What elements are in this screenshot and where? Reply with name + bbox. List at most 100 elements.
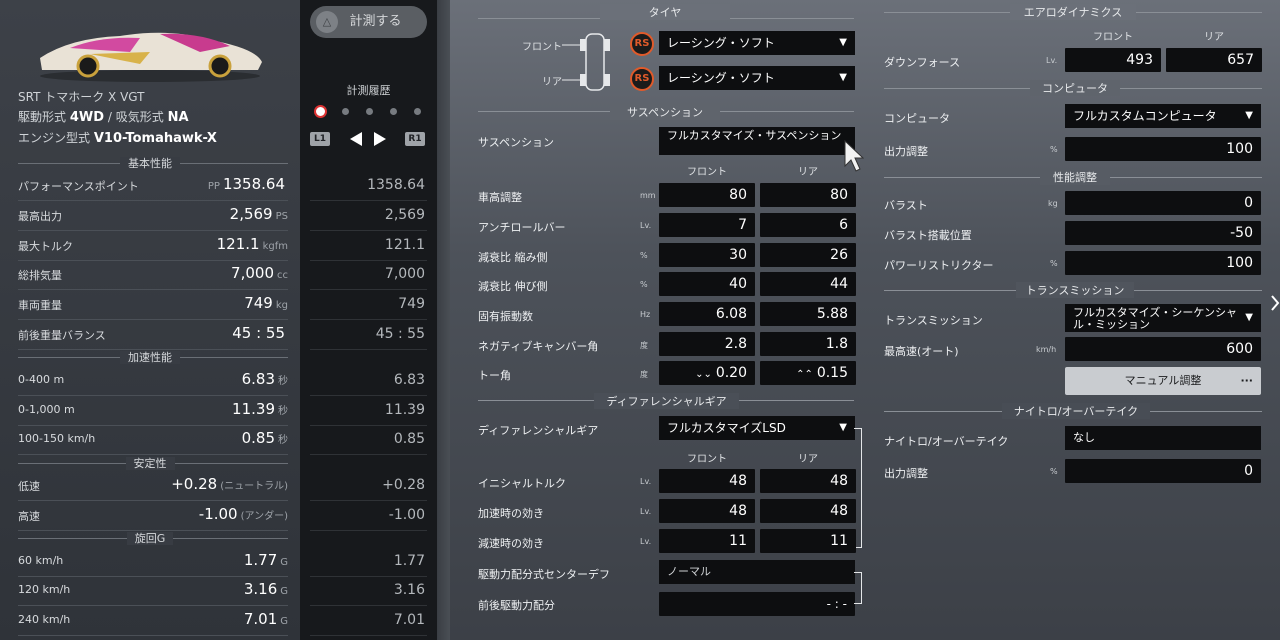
transmission-select[interactable]: フルカスタマイズ・シーケンシャル・ミッション ▼ bbox=[1065, 304, 1261, 332]
suspension-select[interactable]: フルカスタマイズ・サスペンション bbox=[659, 127, 855, 155]
ballast-position-input[interactable]: -50 bbox=[1065, 221, 1261, 245]
differential-front-input[interactable]: 48 bbox=[659, 469, 755, 493]
differential-row-label: 加速時の効き bbox=[478, 507, 544, 520]
torque-split-value[interactable]: - : - bbox=[659, 592, 855, 616]
suspension-rear-input[interactable]: 1.8 bbox=[760, 332, 856, 356]
panel-divider bbox=[437, 0, 450, 640]
history-dot-active[interactable] bbox=[314, 105, 327, 118]
suspension-front-input[interactable]: ⌄⌄ 0.20 bbox=[659, 361, 755, 385]
suspension-rear-input[interactable]: ⌃⌃ 0.15 bbox=[760, 361, 856, 385]
top-speed-unit: km/h bbox=[1036, 345, 1057, 354]
suspension-col-rear: リア bbox=[798, 167, 818, 178]
manual-adjust-button[interactable]: マニュアル調整 ··· bbox=[1065, 367, 1261, 395]
stat-label: 最高出力 bbox=[18, 210, 62, 223]
suspension-rear-input[interactable]: 6 bbox=[760, 213, 856, 237]
stat-label: 120 km/h bbox=[18, 583, 71, 596]
differential-rear-input[interactable]: 48 bbox=[760, 499, 856, 523]
ballast-input[interactable]: 0 bbox=[1065, 191, 1261, 215]
computer-output-unit: % bbox=[1050, 145, 1058, 154]
stat-row: 最大トルク 121.1 kgfm bbox=[0, 231, 300, 261]
stat-label: 0-400 m bbox=[18, 373, 65, 386]
stat-label: 総排気量 bbox=[18, 269, 62, 282]
restrictor-input[interactable]: 100 bbox=[1065, 251, 1261, 275]
history-value: 6.83 bbox=[393, 372, 425, 388]
stat-label: 0-1,000 m bbox=[18, 403, 75, 416]
chevron-right-icon[interactable] bbox=[1270, 294, 1280, 312]
torque-split-label: 前後駆動力配分 bbox=[478, 599, 555, 612]
top-speed-input[interactable]: 600 bbox=[1065, 337, 1261, 361]
suspension-front-input[interactable]: 7 bbox=[659, 213, 755, 237]
differential-front-input[interactable]: 48 bbox=[659, 499, 755, 523]
l1-key-icon[interactable]: L1 bbox=[310, 132, 330, 146]
more-icon: ··· bbox=[1240, 374, 1253, 387]
stat-value: 1.77 G bbox=[241, 551, 288, 569]
differential-value: フルカスタマイズLSD bbox=[667, 421, 786, 435]
differential-label: ディファレンシャルギア bbox=[478, 424, 599, 437]
stat-number: +0.28 bbox=[171, 475, 218, 493]
toe-out-icon: ⌃⌃ bbox=[796, 369, 813, 380]
suspension-front-input[interactable]: 40 bbox=[659, 272, 755, 296]
history-dot[interactable] bbox=[390, 108, 397, 115]
suspension-rear-input[interactable]: 26 bbox=[760, 243, 856, 267]
stat-number: 3.16 bbox=[243, 580, 278, 598]
tire-front-select[interactable]: レーシング・ソフト ▼ bbox=[659, 31, 855, 55]
ballast-position-label: バラスト搭載位置 bbox=[884, 229, 972, 242]
stat-row: 低速 +0.28 (ニュートラル) bbox=[0, 471, 300, 501]
intake-value: NA bbox=[167, 110, 189, 125]
tire-rear-value: レーシング・ソフト bbox=[667, 71, 775, 85]
suspension-front-input[interactable]: 30 bbox=[659, 243, 755, 267]
history-value: 1.77 bbox=[393, 553, 425, 569]
history-dot[interactable] bbox=[414, 108, 421, 115]
nitro-output-input[interactable]: 0 bbox=[1065, 459, 1261, 483]
computer-select[interactable]: フルカスタムコンピュータ ▼ bbox=[1065, 104, 1261, 128]
history-value: 1358.64 bbox=[367, 177, 425, 193]
suspension-row-unit: % bbox=[640, 280, 648, 289]
stat-label: 車両重量 bbox=[18, 299, 62, 312]
history-value: +0.28 bbox=[382, 477, 425, 493]
tire-title: タイヤ bbox=[600, 4, 730, 20]
history-value: 749 bbox=[398, 296, 425, 312]
computer-output-input[interactable]: 100 bbox=[1065, 137, 1261, 161]
nitro-title: ナイトロ/オーバーテイク bbox=[1002, 403, 1150, 419]
history-value: 45 : 55 bbox=[375, 326, 425, 342]
tire-rear-select[interactable]: レーシング・ソフト ▼ bbox=[659, 66, 855, 90]
downforce-front-input[interactable]: 493 bbox=[1065, 48, 1161, 72]
suspension-front-input[interactable]: 6.08 bbox=[659, 302, 755, 326]
suspension-rear-input[interactable]: 44 bbox=[760, 272, 856, 296]
history-title: 計測履歴 bbox=[346, 84, 391, 97]
stat-number: 1358.64 bbox=[222, 175, 285, 193]
differential-select[interactable]: フルカスタマイズLSD ▼ bbox=[659, 416, 855, 440]
r1-key-icon[interactable]: R1 bbox=[405, 132, 425, 146]
suspension-rear-input[interactable]: 80 bbox=[760, 183, 856, 207]
car-stats-panel: SRT トマホーク X VGT 駆動形式 4WD / 吸気形式 NA エンジン型… bbox=[0, 0, 300, 640]
center-diff-select[interactable]: ノーマル bbox=[659, 560, 855, 584]
section-accel: 加速性能 bbox=[0, 349, 300, 365]
downforce-rear-input[interactable]: 657 bbox=[1166, 48, 1262, 72]
suspension-rear-input[interactable]: 5.88 bbox=[760, 302, 856, 326]
engine-info: エンジン型式 V10-Tomahawk-X bbox=[18, 129, 217, 146]
stat-row: 総排気量 7,000 cc bbox=[0, 260, 300, 290]
history-dot[interactable] bbox=[342, 108, 349, 115]
measure-button[interactable]: △ 計測する bbox=[310, 6, 427, 38]
suspension-row-label: 固有振動数 bbox=[478, 310, 533, 323]
aero-title: エアロダイナミクス bbox=[1010, 4, 1136, 20]
prev-next-arrows-icon[interactable] bbox=[350, 132, 386, 146]
stat-row: 前後重量バランス 45 : 55 bbox=[0, 320, 300, 350]
differential-col-rear: リア bbox=[798, 454, 818, 465]
stat-number: 6.83 bbox=[241, 370, 275, 388]
tire-front-label: フロント bbox=[522, 42, 562, 53]
suspension-front-input[interactable]: 80 bbox=[659, 183, 755, 207]
differential-row-unit: Lv. bbox=[640, 537, 652, 546]
differential-rear-input[interactable]: 11 bbox=[760, 529, 856, 553]
differential-front-input[interactable]: 11 bbox=[659, 529, 755, 553]
suspension-row-unit: mm bbox=[640, 191, 656, 200]
stat-value: 45 : 55 bbox=[229, 324, 288, 342]
suspension-front-input[interactable]: 2.8 bbox=[659, 332, 755, 356]
differential-rear-input[interactable]: 48 bbox=[760, 469, 856, 493]
drive-label: 駆動形式 bbox=[18, 110, 67, 124]
nitro-select[interactable]: なし bbox=[1065, 426, 1261, 450]
toe-in-icon: ⌄⌄ bbox=[695, 369, 712, 380]
history-dot[interactable] bbox=[366, 108, 373, 115]
stat-value: 2,569 PS bbox=[227, 205, 288, 223]
differential-title: ディファレンシャルギア bbox=[594, 393, 739, 409]
